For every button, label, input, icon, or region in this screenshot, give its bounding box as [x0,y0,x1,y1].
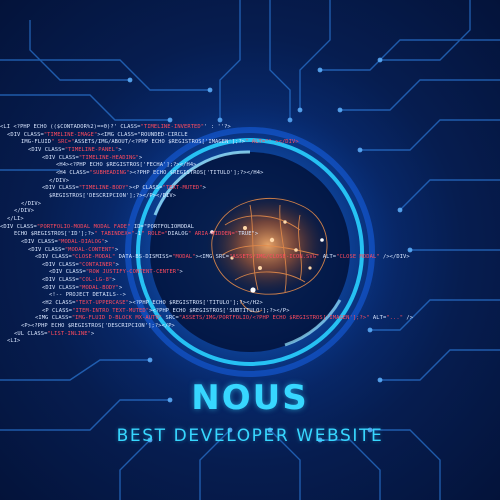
code-line: <DIV CLASS="ROW JUSTIFY-CONTENT-CENTER"> [49,269,183,276]
code-line: <P CLASS="ITEM-INTRO TEXT-MUTED"><?PHP E… [42,307,290,314]
code-line: <!-- PROJECT DETAILS--> [49,292,126,299]
code-line: <H4><?PHP ECHO $REGISTROS['FECHA'];?></H… [56,162,197,169]
code-line: $REGISTROS['DESCRIPCION'];?></P></DIV> [49,192,177,199]
code-line: <DIV CLASS="CONTAINER"> [42,261,119,268]
code-line: <LI> [7,338,21,345]
code-line: </DIV> [14,208,35,215]
code-line: <DIV CLASS="TIMELINE-PANEL"> [28,146,122,153]
code-line: <DIV CLASS="CLOSE-MODAL" DATA-BS-DISMISS… [35,254,410,261]
code-line: <DIV CLASS="MODAL-DIALOG"> [21,238,109,245]
code-line: <DIV CLASS="COL-LG-8"> [42,277,116,284]
code-line: <IMG CLASS="IMG-FLUID D-BLOCK MX-AUTO" S… [35,315,414,322]
code-line: <DIV CLASS="TIMELINE-HEADING"> [42,154,143,161]
code-line: <DIV CLASS="MODAL-CONTENT"> [28,246,119,253]
code-line: <DIV CLASS="TIMELINE-IMAGE"><IMG CLASS="… [7,131,188,138]
code-line: ECHO $REGISTROS['ID'];?>" TABINDEX="-1" … [14,231,259,238]
code-overlay: <LI <?PHP ECHO (($CONTADOR%2)==0)?' CLAS… [0,124,500,346]
brand-subtitle: BEST DEVELOPER WEBSITE [116,426,384,446]
code-line: <UL CLASS="LIST-INLINE"> [14,330,95,337]
code-line: <LI <?PHP ECHO (($CONTADOR%2)==0)?' CLAS… [0,124,231,130]
code-line: <DIV CLASS="MODAL-BODY"> [42,284,123,291]
code-line: <P><?PHP ECHO $REGISTROS['DESCRIPCION'];… [21,323,175,330]
banner-canvas: <LI <?PHP ECHO (($CONTADOR%2)==0)?' CLAS… [0,0,500,500]
brand-title: NOUS [191,378,309,418]
code-line: <H4 CLASS="SUBHEADING"><?PHP ECHO $REGIS… [56,169,264,176]
code-line: </DIV> [21,200,42,207]
code-line: <DIV CLASS="PORTFOLIO-MODAL MODAL FADE" … [0,223,195,230]
code-line: <H2 CLASS="TEXT-UPPERCASE"><?PHP ECHO $R… [42,300,263,307]
code-line: </DIV> [49,177,70,184]
code-line: <DIV CLASS="TIMELINE-BODY"><P CLASS="TEX… [42,185,206,192]
code-line: </LI> [7,215,24,222]
code-line: IMG-FLUID" SRC="ASSETS/IMG/ABOUT/<?PHP E… [21,139,299,146]
